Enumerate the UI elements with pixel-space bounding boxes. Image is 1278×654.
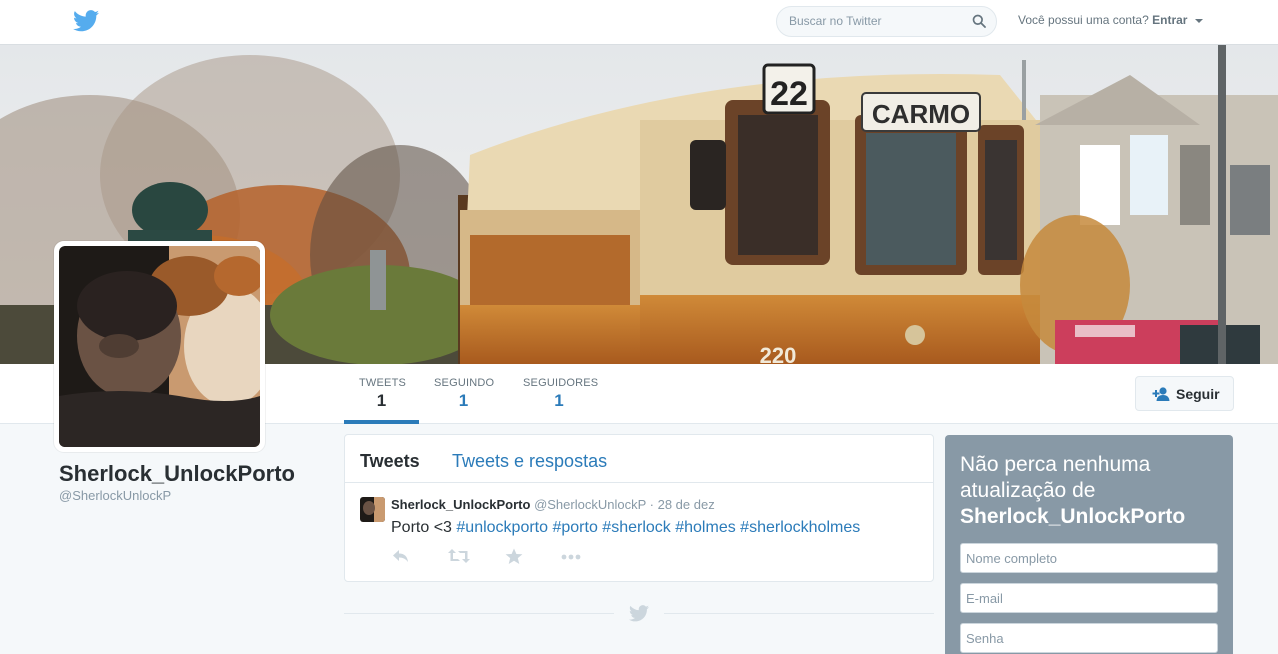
login-link[interactable]: Entrar [1152,13,1187,27]
profile-name[interactable]: Sherlock_UnlockPorto [59,461,295,487]
signup-card: Não perca nenhuma atualização de Sherloc… [945,435,1233,654]
tweet-header: Sherlock_UnlockPorto @SherlockUnlockP · … [391,497,715,512]
signup-title-name: Sherlock_UnlockPorto [960,505,1186,528]
tram-destination: CARMO [872,99,970,129]
divider [344,613,614,614]
top-bar: Você possui uma conta? Entrar [0,0,1278,45]
follow-button[interactable]: Seguir [1135,376,1234,411]
add-user-icon [1152,387,1170,401]
timeline-tabs: Tweets Tweets e respostas [345,435,933,483]
favorite-icon[interactable] [505,548,523,565]
search-input[interactable] [789,14,959,28]
nav-following[interactable]: SEGUINDO 1 [419,364,508,424]
tab-tweets-replies[interactable]: Tweets e respostas [452,451,607,472]
hashtag-link[interactable]: #porto [552,519,597,536]
password-field[interactable] [960,623,1218,653]
login-prompt: Você possui uma conta? [1018,13,1149,27]
profile-handle: @SherlockUnlockP [59,488,172,503]
hashtag-link[interactable]: #unlockporto [456,519,548,536]
nav-followers-label: SEGUIDORES [523,377,599,389]
nav-tweets-label: TWEETS [359,377,407,389]
nav-tweets[interactable]: TWEETS 1 [344,364,419,424]
divider [664,613,934,614]
timeline: Tweets Tweets e respostas Sherlock_Unloc… [344,434,934,582]
signup-title: Não perca nenhuma atualização de Sherloc… [960,452,1220,530]
tab-tweets[interactable]: Tweets [360,451,420,472]
caret-down-icon[interactable] [1194,18,1203,23]
login-dropdown[interactable]: Você possui uma conta? Entrar [1018,13,1203,27]
tram-number: 22 [770,75,808,113]
tweet-date[interactable]: 28 de dez [658,497,715,512]
tram-plate: 220 [760,343,797,364]
twitter-bird-icon[interactable] [73,10,99,32]
timeline-end [344,600,934,626]
search-box[interactable] [776,6,997,37]
hashtag-link[interactable]: #holmes [675,519,735,536]
profile-avatar[interactable] [54,241,265,452]
nav-following-count: 1 [458,391,469,410]
nav-followers-count: 1 [554,391,564,410]
follow-label: Seguir [1176,386,1220,402]
tweet-text: Porto <3 #unlockporto #porto #sherlock #… [391,519,860,537]
signup-title-text: Não perca nenhuma atualização de [960,453,1151,502]
full-name-field[interactable] [960,543,1218,573]
tweet-separator: · [649,497,654,512]
more-icon[interactable] [561,554,581,560]
email-field[interactable] [960,583,1218,613]
nav-followers[interactable]: SEGUIDORES 1 [508,364,610,424]
nav-following-label: SEGUINDO [434,377,495,389]
reply-icon[interactable] [392,548,410,564]
nav-tweets-count: 1 [376,391,387,410]
hashtag-link[interactable]: #sherlockholmes [740,519,860,536]
tweet-author-handle[interactable]: @SherlockUnlockP [534,497,646,512]
tweet-author-name[interactable]: Sherlock_UnlockPorto [391,497,530,512]
avatar-photo [59,246,260,447]
twitter-bird-icon [629,605,649,622]
tweet[interactable]: Sherlock_UnlockPorto @SherlockUnlockP · … [345,484,933,581]
tweet-body: Porto <3 [391,519,452,536]
retweet-icon[interactable] [447,548,471,564]
tweet-avatar[interactable] [360,497,385,522]
search-icon[interactable] [972,14,986,28]
hashtag-link[interactable]: #sherlock [602,519,670,536]
